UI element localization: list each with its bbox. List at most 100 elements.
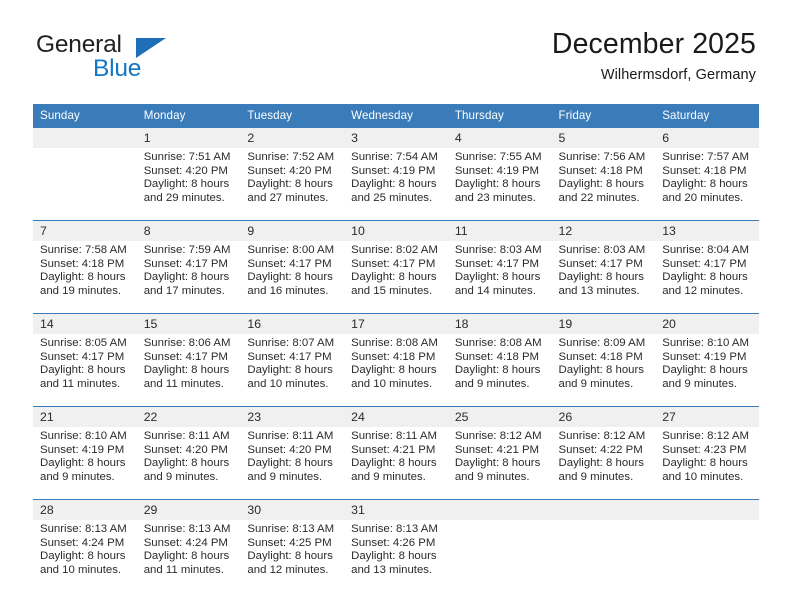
day-number[interactable]: 21 (33, 406, 137, 427)
day-number[interactable]: 8 (136, 220, 241, 241)
day-cell[interactable]: Sunrise: 8:13 AM Sunset: 4:25 PM Dayligh… (240, 520, 345, 592)
day-cell[interactable] (551, 520, 656, 592)
daylight-text: Daylight: 8 hours (558, 364, 644, 377)
day-number[interactable]: 25 (447, 406, 552, 427)
day-number[interactable]: 19 (551, 313, 656, 334)
daylight-text: Daylight: 8 hours (454, 364, 541, 377)
day-cell[interactable]: Sunrise: 8:04 AM Sunset: 4:17 PM Dayligh… (655, 241, 759, 314)
day-cell[interactable]: Sunrise: 7:57 AM Sunset: 4:18 PM Dayligh… (655, 148, 759, 221)
day-cell[interactable]: Sunrise: 8:11 AM Sunset: 4:21 PM Dayligh… (344, 427, 448, 500)
day-number[interactable]: 13 (655, 220, 759, 241)
day-cell[interactable]: Sunrise: 8:07 AM Sunset: 4:17 PM Dayligh… (240, 334, 345, 407)
daylight-text-cont: and 22 minutes. (558, 191, 640, 204)
daylight-text: Daylight: 8 hours (558, 178, 644, 191)
sunset-text: Sunset: 4:17 PM (351, 257, 436, 270)
day-cell[interactable]: Sunrise: 8:02 AM Sunset: 4:17 PM Dayligh… (344, 241, 448, 314)
day-number[interactable] (447, 499, 552, 520)
day-number[interactable]: 29 (136, 499, 241, 520)
daylight-text-cont: and 13 minutes. (558, 284, 640, 297)
day-cell[interactable]: Sunrise: 8:08 AM Sunset: 4:18 PM Dayligh… (344, 334, 448, 407)
day-number[interactable]: 18 (447, 313, 552, 334)
day-cell[interactable]: Sunrise: 8:00 AM Sunset: 4:17 PM Dayligh… (240, 241, 345, 314)
day-number[interactable]: 26 (551, 406, 656, 427)
sunrise-text: Sunrise: 8:12 AM (662, 430, 749, 442)
day-cell[interactable]: Sunrise: 7:59 AM Sunset: 4:17 PM Dayligh… (136, 241, 241, 314)
day-number[interactable]: 11 (447, 220, 552, 241)
day-cell[interactable]: Sunrise: 8:13 AM Sunset: 4:24 PM Dayligh… (33, 520, 137, 592)
day-number[interactable]: 6 (655, 127, 759, 148)
day-cell[interactable]: Sunrise: 7:55 AM Sunset: 4:19 PM Dayligh… (447, 148, 552, 221)
daylight-text: Daylight: 8 hours (40, 550, 126, 563)
day-number[interactable]: 9 (240, 220, 345, 241)
day-cell[interactable] (33, 148, 137, 221)
daylight-text-cont: and 29 minutes. (143, 191, 225, 204)
day-number[interactable]: 31 (344, 499, 448, 520)
day-number[interactable]: 16 (240, 313, 345, 334)
day-cell[interactable]: Sunrise: 8:12 AM Sunset: 4:23 PM Dayligh… (655, 427, 759, 500)
sunrise-text: Sunrise: 8:03 AM (454, 244, 542, 256)
daylight-text: Daylight: 8 hours (558, 457, 644, 470)
daylight-text: Daylight: 8 hours (662, 364, 748, 377)
day-cell[interactable]: Sunrise: 8:12 AM Sunset: 4:22 PM Dayligh… (551, 427, 656, 500)
daylight-text-cont: and 9 minutes. (454, 470, 530, 483)
day-cell[interactable]: Sunrise: 8:11 AM Sunset: 4:20 PM Dayligh… (136, 427, 241, 500)
sunset-text: Sunset: 4:24 PM (143, 536, 228, 549)
day-number[interactable] (551, 499, 656, 520)
day-cell[interactable]: Sunrise: 8:03 AM Sunset: 4:17 PM Dayligh… (551, 241, 656, 314)
sunset-text: Sunset: 4:19 PM (40, 443, 125, 456)
day-cell[interactable]: Sunrise: 8:11 AM Sunset: 4:20 PM Dayligh… (240, 427, 345, 500)
day-number[interactable]: 14 (33, 313, 137, 334)
daylight-text-cont: and 11 minutes. (143, 377, 224, 390)
day-number[interactable]: 23 (240, 406, 345, 427)
day-number[interactable] (33, 127, 137, 148)
day-cell[interactable] (655, 520, 759, 592)
day-cell[interactable] (447, 520, 552, 592)
day-cell[interactable]: Sunrise: 7:54 AM Sunset: 4:19 PM Dayligh… (344, 148, 448, 221)
day-cell[interactable]: Sunrise: 8:09 AM Sunset: 4:18 PM Dayligh… (551, 334, 656, 407)
daylight-text-cont: and 19 minutes. (40, 284, 122, 297)
day-cell[interactable]: Sunrise: 8:13 AM Sunset: 4:26 PM Dayligh… (344, 520, 448, 592)
day-cell[interactable]: Sunrise: 7:56 AM Sunset: 4:18 PM Dayligh… (551, 148, 656, 221)
day-number[interactable]: 15 (136, 313, 241, 334)
day-number[interactable]: 7 (33, 220, 137, 241)
location-subtitle: Wilhermsdorf, Germany (600, 66, 756, 83)
day-cell[interactable]: Sunrise: 8:08 AM Sunset: 4:18 PM Dayligh… (447, 334, 552, 407)
day-cell[interactable]: Sunrise: 8:06 AM Sunset: 4:17 PM Dayligh… (136, 334, 241, 407)
day-number[interactable]: 28 (33, 499, 137, 520)
day-cell[interactable]: Sunrise: 8:03 AM Sunset: 4:17 PM Dayligh… (447, 241, 552, 314)
day-cell[interactable]: Sunrise: 7:51 AM Sunset: 4:20 PM Dayligh… (136, 148, 241, 221)
daylight-text-cont: and 17 minutes. (143, 284, 225, 297)
day-number[interactable]: 1 (136, 127, 241, 148)
day-number[interactable]: 17 (344, 313, 448, 334)
daylight-text: Daylight: 8 hours (454, 271, 541, 284)
day-number[interactable]: 20 (655, 313, 759, 334)
daylight-text: Daylight: 8 hours (247, 271, 333, 284)
day-cell[interactable]: Sunrise: 7:58 AM Sunset: 4:18 PM Dayligh… (33, 241, 137, 314)
day-number[interactable]: 2 (240, 127, 345, 148)
day-number[interactable]: 24 (344, 406, 448, 427)
day-cell[interactable]: Sunrise: 8:13 AM Sunset: 4:24 PM Dayligh… (136, 520, 241, 592)
day-number[interactable]: 12 (551, 220, 656, 241)
sunset-text: Sunset: 4:17 PM (558, 257, 643, 270)
day-number[interactable]: 5 (551, 127, 656, 148)
daylight-text-cont: and 11 minutes. (40, 377, 121, 390)
daylight-text-cont: and 10 minutes. (662, 470, 744, 483)
sunset-text: Sunset: 4:20 PM (247, 164, 332, 177)
daylight-text: Daylight: 8 hours (40, 457, 126, 470)
day-number[interactable]: 27 (655, 406, 759, 427)
day-cell[interactable]: Sunrise: 8:10 AM Sunset: 4:19 PM Dayligh… (655, 334, 759, 407)
sunset-text: Sunset: 4:17 PM (40, 350, 125, 363)
day-cell[interactable]: Sunrise: 8:12 AM Sunset: 4:21 PM Dayligh… (447, 427, 552, 500)
day-number[interactable]: 22 (136, 406, 241, 427)
general-blue-logo[interactable]: General Blue (36, 32, 256, 89)
day-number[interactable]: 4 (447, 127, 552, 148)
day-number[interactable]: 10 (344, 220, 448, 241)
sunrise-text: Sunrise: 7:57 AM (662, 151, 749, 163)
day-cell[interactable]: Sunrise: 8:05 AM Sunset: 4:17 PM Dayligh… (33, 334, 137, 407)
day-cell[interactable]: Sunrise: 7:52 AM Sunset: 4:20 PM Dayligh… (240, 148, 345, 221)
sunrise-text: Sunrise: 8:08 AM (351, 337, 438, 349)
day-number[interactable]: 3 (344, 127, 448, 148)
day-cell[interactable]: Sunrise: 8:10 AM Sunset: 4:19 PM Dayligh… (33, 427, 137, 500)
day-number[interactable] (655, 499, 759, 520)
day-number[interactable]: 30 (240, 499, 345, 520)
